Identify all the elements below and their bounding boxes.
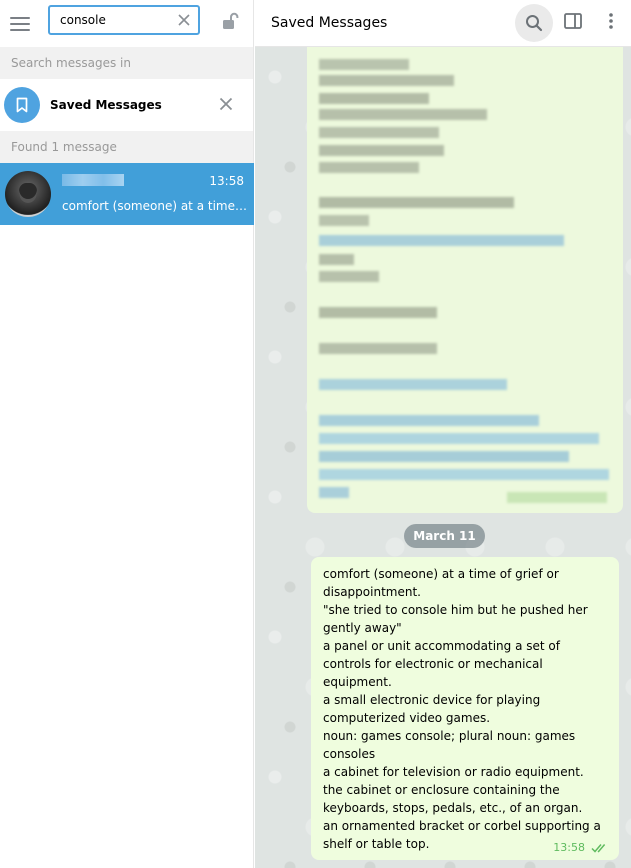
date-separator: March 11 — [404, 524, 485, 548]
message-text: comfort (someone) at a time of grief or d… — [323, 565, 609, 853]
menu-icon[interactable] — [10, 13, 32, 35]
bookmark-icon — [16, 97, 28, 113]
search-result-item[interactable]: 13:58 comfort (someone) at a time of gri… — [0, 163, 254, 225]
search-button[interactable] — [515, 4, 553, 42]
sidebar-toggle-icon[interactable] — [563, 11, 583, 31]
close-icon[interactable] — [219, 97, 233, 111]
message-bubble[interactable]: comfort (someone) at a time of grief or d… — [311, 557, 619, 860]
found-count-label: Found 1 message — [0, 131, 253, 163]
double-check-icon — [591, 843, 606, 853]
lock-icon[interactable] — [220, 11, 240, 31]
redacted-message — [307, 47, 623, 513]
message-line: a cabinet for television or radio equipm… — [323, 765, 584, 779]
message-line: controls for electronic or mechanical — [323, 657, 543, 671]
chat-title[interactable]: Saved Messages — [271, 15, 387, 31]
result-time: 13:58 — [209, 174, 244, 188]
search-scope-name: Saved Messages — [50, 98, 162, 112]
message-meta: 13:58 — [553, 841, 609, 854]
message-line: the cabinet or enclosure containing the — [323, 783, 560, 797]
search-header — [0, 0, 253, 47]
message-line: comfort (someone) at a time of grief or — [323, 567, 559, 581]
close-icon[interactable] — [177, 13, 191, 27]
more-vertical-icon[interactable] — [605, 11, 617, 31]
search-input[interactable] — [60, 13, 170, 27]
message-line: "she tried to console him but he pushed … — [323, 603, 588, 617]
message-line: gently away" — [323, 621, 402, 635]
chat-header: Saved Messages — [255, 0, 631, 47]
search-sidebar: Search messages in Saved Messages Found … — [0, 0, 254, 868]
message-line: a panel or unit accommodating a set of — [323, 639, 560, 653]
message-line: consoles — [323, 747, 376, 761]
search-icon — [526, 15, 543, 32]
message-line: keyboards, stops, pedals, etc., of an or… — [323, 801, 583, 815]
message-line: an ornamented bracket or corbel supporti… — [323, 819, 601, 833]
chat-pane: Saved Messages March 11 comfort (someone… — [255, 0, 631, 868]
result-sender-name-redacted — [62, 174, 124, 186]
message-line: noun: games console; plural noun: games — [323, 729, 576, 743]
message-line: disappointment. — [323, 585, 421, 599]
bookmark-avatar — [4, 87, 40, 123]
search-field[interactable] — [48, 5, 200, 35]
search-in-label: Search messages in — [0, 47, 253, 79]
search-scope-chat[interactable]: Saved Messages — [0, 79, 253, 131]
message-line: equipment. — [323, 675, 392, 689]
avatar — [5, 171, 51, 217]
message-time: 13:58 — [553, 841, 585, 854]
message-line: a small electronic device for playing — [323, 693, 541, 707]
message-line: computerized video games. — [323, 711, 491, 725]
result-preview: comfort (someone) at a time of grief or … — [62, 199, 248, 213]
